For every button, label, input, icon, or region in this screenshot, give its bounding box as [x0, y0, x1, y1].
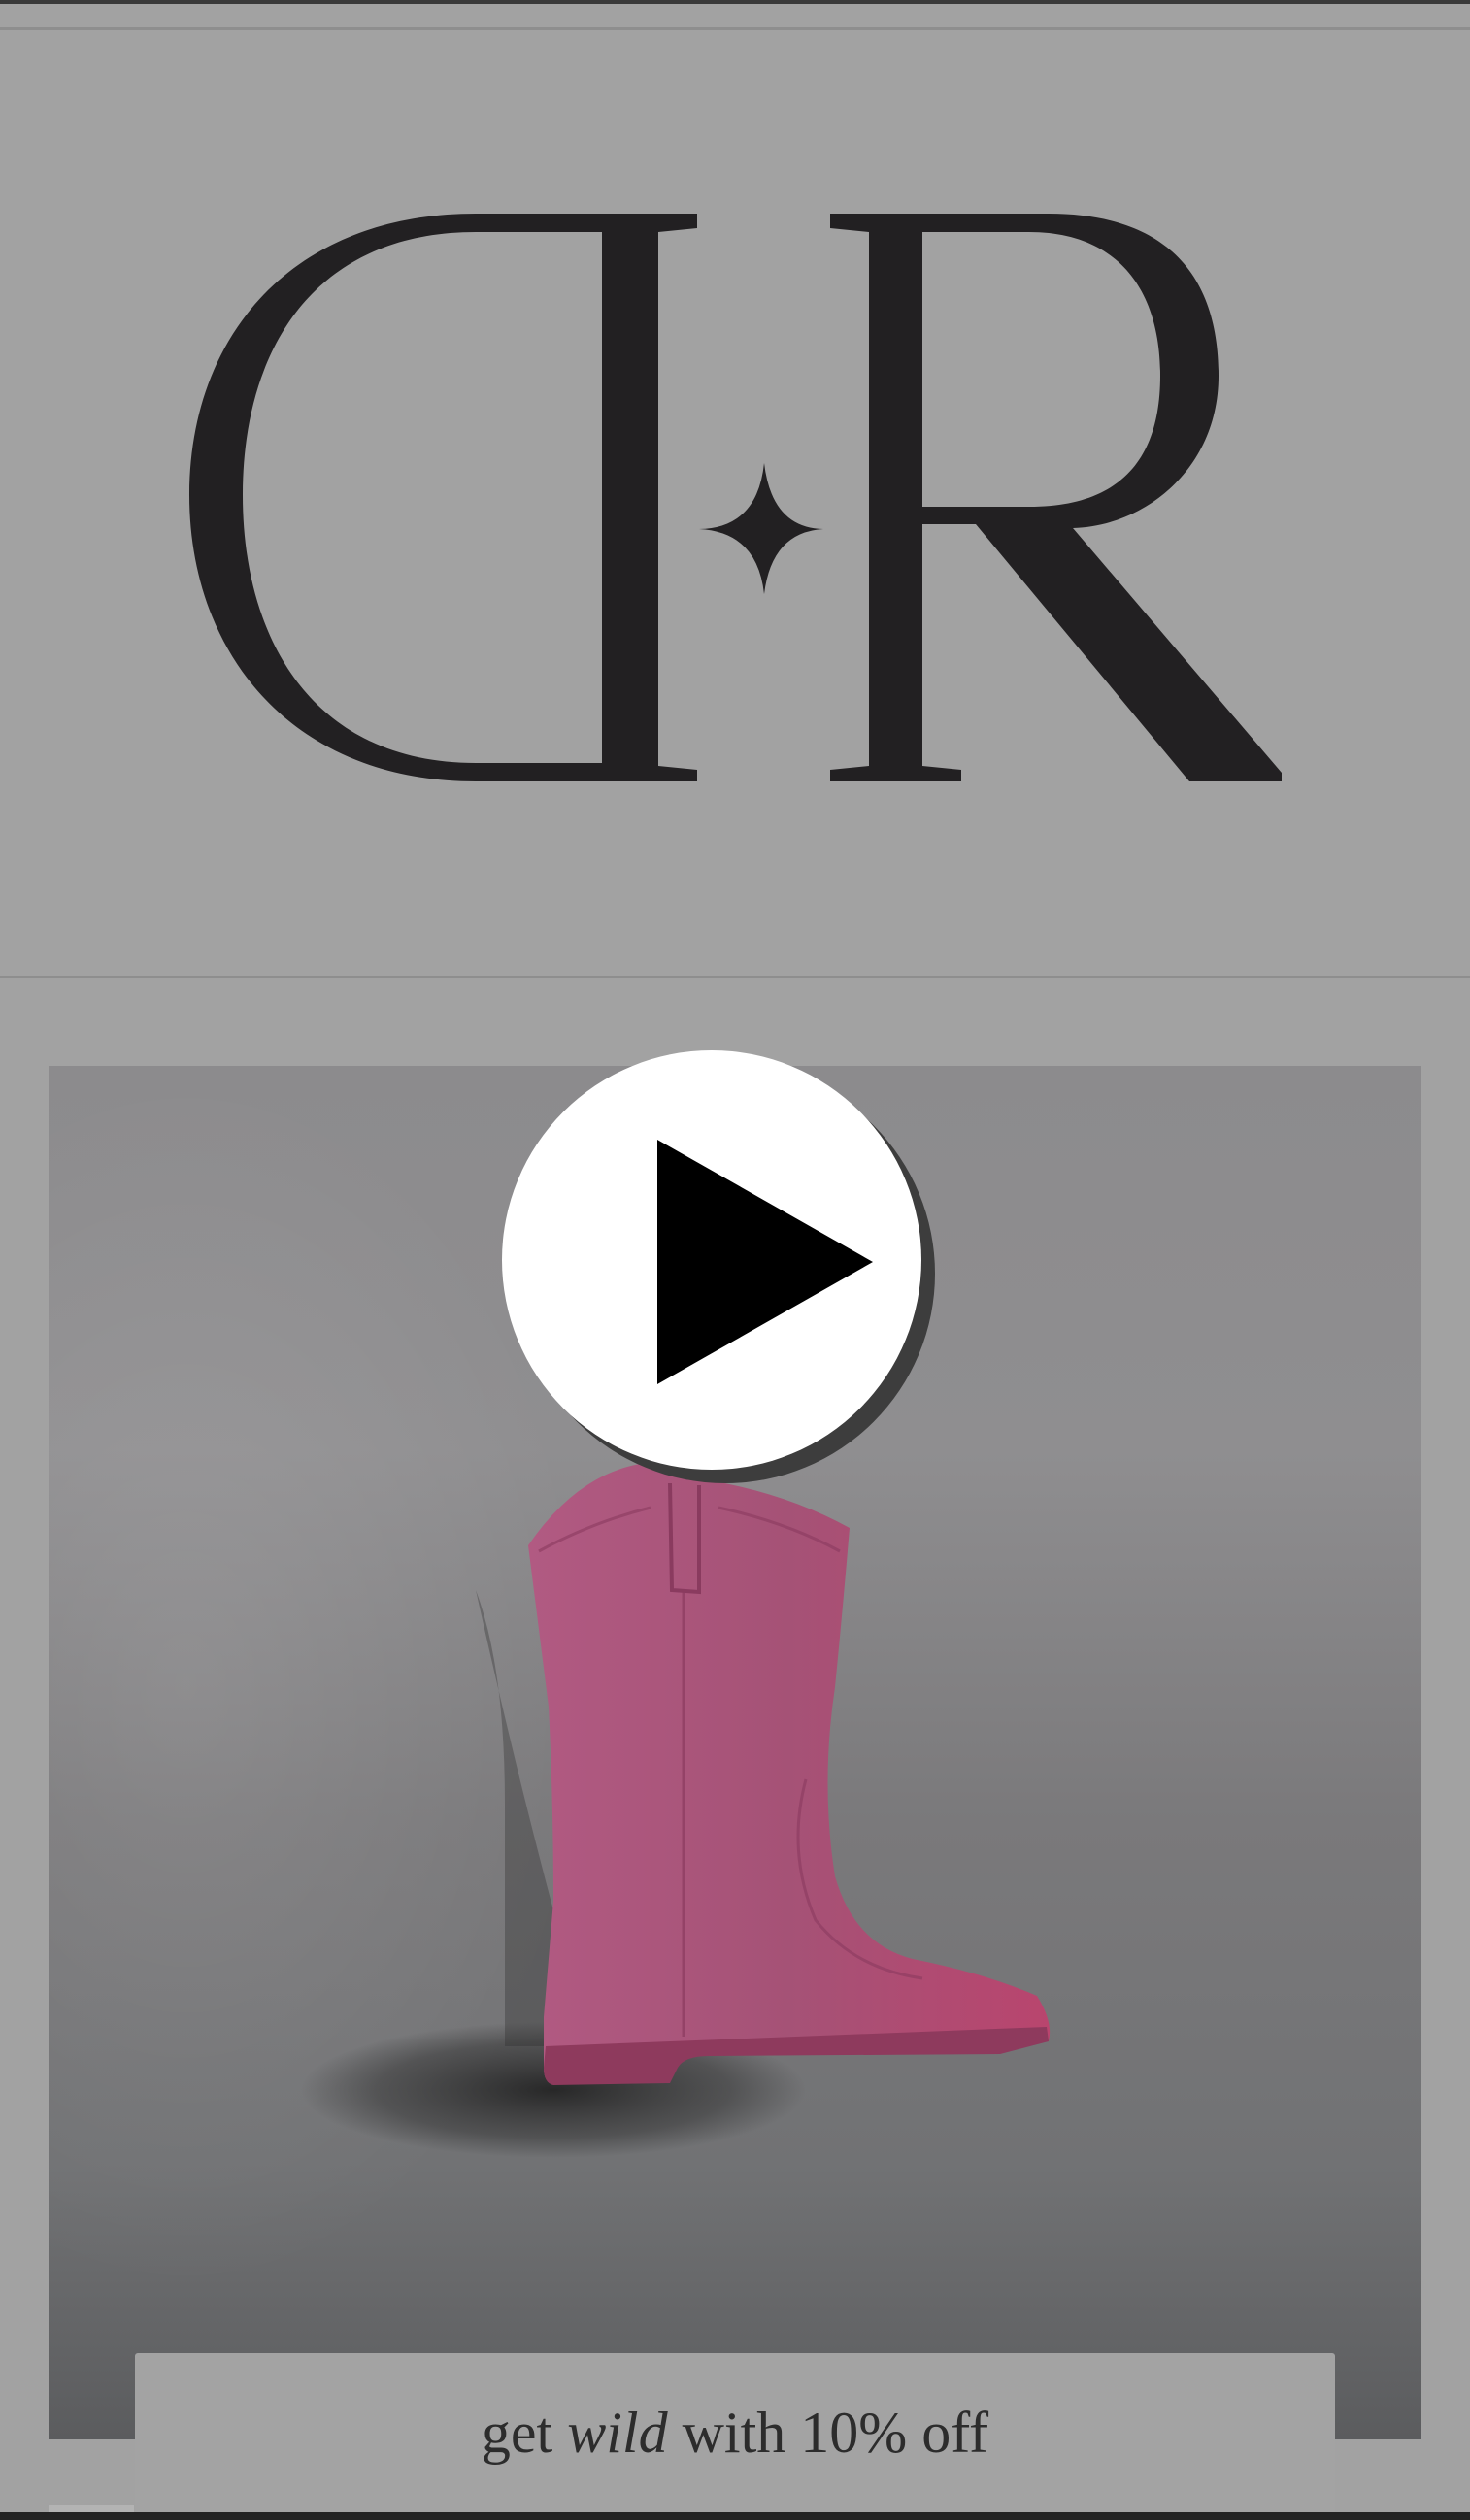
promo-text-prefix: get — [481, 2401, 553, 2465]
brand-logo[interactable] — [0, 31, 1470, 978]
promo-text-suffix: with 10% off — [682, 2401, 989, 2465]
bottom-border — [0, 2512, 1470, 2520]
play-icon — [657, 1140, 873, 1384]
header-top-divider — [0, 27, 1470, 30]
promo-text-emphasis: wild — [567, 2401, 668, 2465]
promo-banner[interactable]: get wild with 10% off — [135, 2353, 1335, 2520]
header-bottom-divider — [0, 976, 1470, 978]
email-page: get wild with 10% off — [0, 0, 1470, 2520]
promo-text: get wild with 10% off — [135, 2404, 1335, 2462]
play-button[interactable] — [502, 1050, 921, 1470]
top-border — [0, 0, 1470, 4]
dr-monogram-logo-icon — [189, 214, 1282, 781]
corner-tab — [49, 2505, 134, 2512]
